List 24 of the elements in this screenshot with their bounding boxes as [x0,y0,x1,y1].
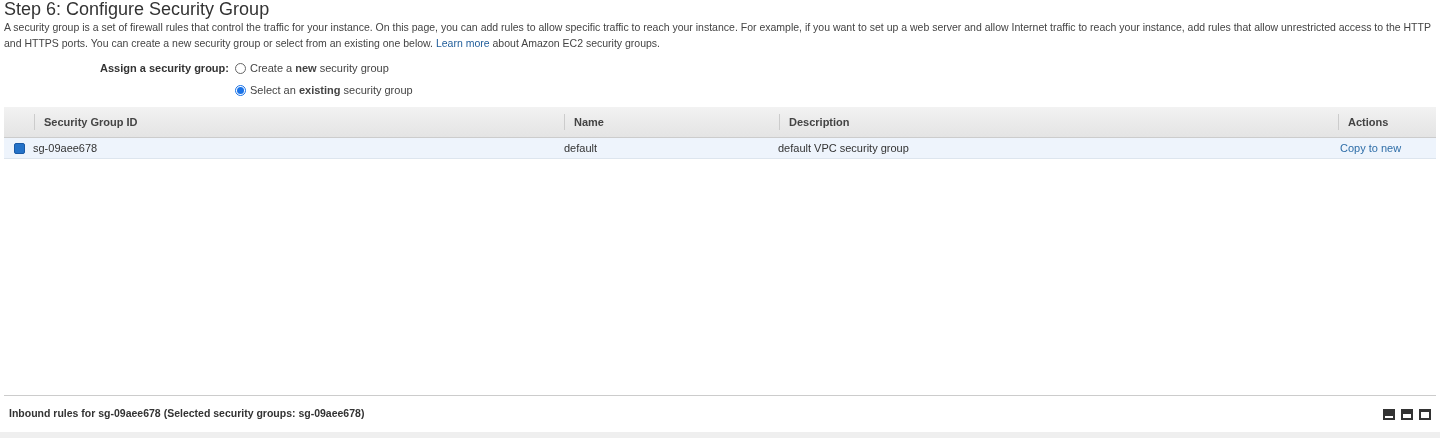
learn-more-link[interactable]: Learn more [435,37,490,49]
radio-option[interactable]: Create a new security group [235,57,413,79]
table-cell: default [564,141,598,154]
column-header[interactable]: Description [789,113,850,131]
radio-option[interactable]: Select an existing security group [235,79,413,101]
radio-label: Select an existing security group [250,82,413,98]
column-header[interactable]: Name [574,113,604,131]
column-header[interactable]: Actions [1348,113,1389,131]
intro-paragraph: A security group is a set of firewall rules that control the traffic for your instance. On this page, you can add rules to allow specific traffic to reach your instance. For example, if you want to set up a web server and allow Internet traffic to reach your instance, add rules that allow unrestricted access to the HTTP and HTTPS ports. You can create a new security group or select from an existing one below. Learn more about Amazon EC2 security groups. [4,20,1432,51]
panel-layout-icon[interactable] [1401,408,1413,420]
table-cell: sg-09aee678 [33,141,98,154]
copy-to-new-link[interactable]: Copy to new [1340,141,1402,154]
column-header[interactable]: Security Group ID [44,113,138,131]
assign-label: Assign a security group: [100,61,229,76]
panel-layout-icon[interactable] [1419,408,1431,420]
table-cell: default VPC security group [778,141,909,154]
panel-title: Inbound rules for sg-09aee678 (Selected security groups: sg-09aee678) [9,406,365,422]
panel-layout-icon[interactable] [1383,408,1395,420]
radio-label: Create a new security group [250,60,389,76]
radio-button[interactable] [235,84,246,96]
row-checkbox[interactable] [13,142,25,154]
table-row[interactable]: sg-09aee678 default default VPC security group Copy to new [4,138,1436,159]
page-title: Step 6: Configure Security Group [4,0,271,18]
radio-button[interactable] [235,62,246,74]
